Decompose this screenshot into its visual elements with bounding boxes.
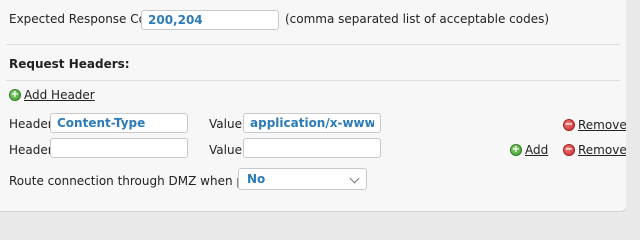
remove-label: Remove [578,118,627,132]
header-name-input[interactable] [50,138,188,158]
remove-header-button[interactable]: − Remove [563,118,627,132]
add-label: Add [525,143,549,157]
value-label: Value: [209,143,246,157]
header-value-input[interactable] [243,113,381,133]
scrollbar-track[interactable] [626,0,640,215]
add-header-button[interactable]: + Add Header [9,88,95,102]
dmz-selected-value: No [247,172,266,186]
add-row-button[interactable]: + Add [510,143,548,157]
dmz-select[interactable]: No [238,168,367,190]
minus-circle-icon: − [563,144,575,156]
divider [6,80,620,81]
header-value-input[interactable] [243,138,381,158]
expected-codes-input[interactable] [141,10,279,30]
add-header-label: Add Header [24,88,95,102]
plus-circle-icon: + [9,89,21,101]
settings-panel: Expected Response Codes: (comma separate… [0,0,627,212]
header-name-input[interactable] [50,113,188,133]
divider [6,44,620,45]
expected-codes-hint: (comma separated list of acceptable code… [285,12,550,26]
remove-label: Remove [578,143,627,157]
remove-header-button[interactable]: − Remove [563,143,627,157]
request-headers-title: Request Headers: [9,57,130,71]
value-label: Value: [209,117,246,131]
plus-circle-icon: + [510,144,522,156]
minus-circle-icon: − [563,119,575,131]
chevron-down-icon [349,173,360,184]
